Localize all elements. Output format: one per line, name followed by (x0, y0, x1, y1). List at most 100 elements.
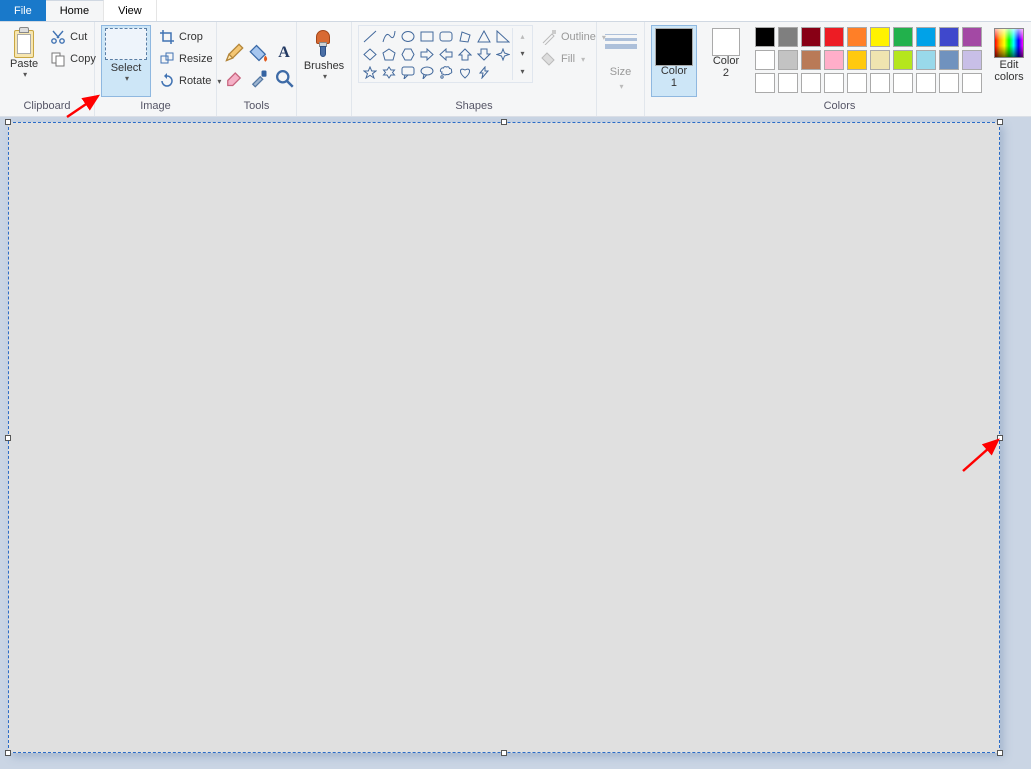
shape-6point-star[interactable] (380, 64, 398, 81)
handle-e[interactable] (997, 435, 1003, 441)
shape-polygon[interactable] (456, 28, 474, 45)
shape-callout-rounded[interactable] (399, 64, 417, 81)
color-palette[interactable] (755, 27, 984, 95)
color-swatch[interactable] (755, 73, 775, 93)
brushes-button[interactable]: Brushes ▾ (300, 25, 348, 97)
edit-colors-button[interactable]: Edit colors (990, 25, 1028, 97)
canvas-selection[interactable] (8, 122, 1000, 753)
shape-heart[interactable] (456, 64, 474, 81)
color-swatch[interactable] (962, 50, 982, 70)
copy-button[interactable]: Copy (46, 49, 100, 69)
shape-line[interactable] (361, 28, 379, 45)
brush-icon (310, 28, 338, 60)
crop-button[interactable]: Crop (155, 27, 225, 47)
magnifier-tool[interactable] (273, 67, 295, 89)
color-swatch[interactable] (824, 50, 844, 70)
color-swatch[interactable] (778, 50, 798, 70)
color-picker-tool[interactable] (248, 67, 270, 89)
shape-curve[interactable] (380, 28, 398, 45)
cut-button[interactable]: Cut (46, 27, 100, 47)
group-label-tools: Tools (223, 100, 290, 116)
eraser-tool[interactable] (223, 67, 245, 89)
color-swatch[interactable] (801, 73, 821, 93)
shape-arrow-up[interactable] (456, 46, 474, 63)
shape-4point-star[interactable] (494, 46, 512, 63)
text-tool[interactable]: A (273, 42, 295, 64)
tab-file[interactable]: File (0, 0, 46, 21)
color-swatch[interactable] (916, 27, 936, 47)
group-clipboard: Paste ▾ Cut Copy Clipboard (0, 22, 95, 116)
shape-rounded-rectangle[interactable] (437, 28, 455, 45)
shape-diamond[interactable] (361, 46, 379, 63)
chevron-down-icon: ▾ (23, 70, 27, 79)
shape-callout-oval[interactable] (418, 64, 436, 81)
handle-sw[interactable] (5, 750, 11, 756)
shape-hexagon[interactable] (399, 46, 417, 63)
shape-triangle[interactable] (475, 28, 493, 45)
color-swatch[interactable] (870, 50, 890, 70)
color-swatch[interactable] (778, 27, 798, 47)
color-swatch[interactable] (870, 27, 890, 47)
group-tools: A Tools (217, 22, 297, 116)
color-swatch[interactable] (916, 73, 936, 93)
shape-rectangle[interactable] (418, 28, 436, 45)
shape-arrow-left[interactable] (437, 46, 455, 63)
color-swatch[interactable] (847, 50, 867, 70)
shapes-gallery[interactable] (361, 28, 512, 80)
copy-label: Copy (70, 53, 96, 65)
color-swatch[interactable] (778, 73, 798, 93)
handle-se[interactable] (997, 750, 1003, 756)
color-swatch[interactable] (755, 50, 775, 70)
handle-w[interactable] (5, 435, 11, 441)
fill-tool[interactable] (248, 42, 270, 64)
color-swatch[interactable] (962, 27, 982, 47)
group-brushes: Brushes ▾ (297, 22, 352, 116)
tab-home[interactable]: Home (46, 0, 104, 21)
color-swatch[interactable] (939, 50, 959, 70)
brushes-label: Brushes (304, 60, 344, 72)
handle-s[interactable] (501, 750, 507, 756)
shapes-more-button[interactable]: ▴▾▾ (512, 28, 530, 80)
color-swatch[interactable] (801, 27, 821, 47)
color-swatch[interactable] (893, 50, 913, 70)
canvas-area[interactable] (0, 117, 1031, 769)
rotate-button[interactable]: Rotate ▾ (155, 71, 225, 91)
shape-pentagon[interactable] (380, 46, 398, 63)
resize-label: Resize (179, 53, 213, 65)
color-swatch[interactable] (870, 73, 890, 93)
color2-label: Color 2 (713, 56, 739, 79)
tab-view[interactable]: View (104, 0, 157, 21)
color-swatch[interactable] (893, 73, 913, 93)
shape-5point-star[interactable] (361, 64, 379, 81)
color-swatch[interactable] (939, 73, 959, 93)
color-swatch[interactable] (847, 27, 867, 47)
color2-button[interactable]: Color 2 (703, 25, 749, 97)
shape-callout-cloud[interactable] (437, 64, 455, 81)
handle-ne[interactable] (997, 119, 1003, 125)
resize-button[interactable]: Resize (155, 49, 225, 69)
group-label-clipboard: Clipboard (6, 100, 88, 116)
edit-colors-label: Edit colors (994, 60, 1023, 83)
color-swatch[interactable] (916, 50, 936, 70)
shape-lightning[interactable] (475, 64, 493, 81)
shape-oval[interactable] (399, 28, 417, 45)
shape-arrow-down[interactable] (475, 46, 493, 63)
select-button[interactable]: Select ▾ (101, 25, 151, 97)
color-swatch[interactable] (824, 73, 844, 93)
handle-nw[interactable] (5, 119, 11, 125)
chevron-down-icon: ▾ (619, 82, 623, 91)
paste-button[interactable]: Paste ▾ (6, 25, 42, 97)
shape-right-triangle[interactable] (494, 28, 512, 45)
color-swatch[interactable] (847, 73, 867, 93)
color-swatch[interactable] (962, 73, 982, 93)
color-swatch[interactable] (801, 50, 821, 70)
color-swatch[interactable] (755, 27, 775, 47)
shape-arrow-right[interactable] (418, 46, 436, 63)
color1-button[interactable]: Color 1 (651, 25, 697, 97)
pencil-tool[interactable] (223, 42, 245, 64)
color-swatch[interactable] (824, 27, 844, 47)
handle-n[interactable] (501, 119, 507, 125)
color-swatch[interactable] (939, 27, 959, 47)
color-swatch[interactable] (893, 27, 913, 47)
size-button[interactable]: Size ▾ (601, 25, 641, 97)
